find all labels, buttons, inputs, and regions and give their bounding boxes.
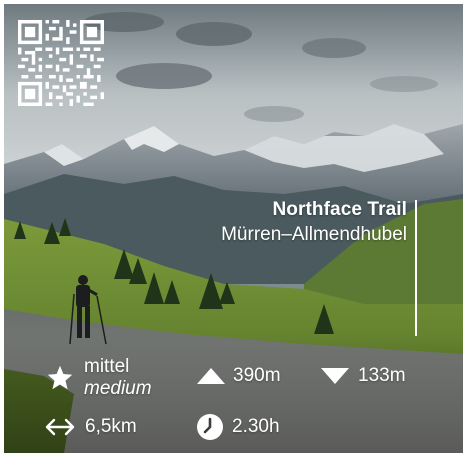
double-arrow-icon <box>45 418 75 436</box>
distance-value: 6,5km <box>85 416 137 437</box>
trail-name: Northface Trail <box>272 199 407 220</box>
distance-stat: 6,5km <box>44 416 137 438</box>
triangle-down-icon <box>321 368 349 384</box>
qr-code[interactable] <box>18 20 104 106</box>
trail-heading: Northface Trail Mürren–Allmendhubel <box>221 198 407 248</box>
difficulty-label-en: medium <box>84 378 152 399</box>
trail-route: Mürren–Allmendhubel <box>221 224 407 245</box>
duration-value: 2.30h <box>232 416 280 437</box>
divider-line <box>415 200 417 336</box>
difficulty-stat: mittel medium <box>46 356 152 400</box>
ascent-stat: 390m <box>196 365 281 387</box>
star-icon <box>47 365 73 390</box>
trail-card: Northface Trail Mürren–Allmendhubel mitt… <box>4 4 463 453</box>
difficulty-label-de: mittel <box>84 356 130 377</box>
descent-value: 133m <box>358 365 406 386</box>
descent-stat: 133m <box>320 365 406 387</box>
ascent-value: 390m <box>233 365 281 386</box>
duration-stat: 2.30h <box>196 413 280 441</box>
triangle-up-icon <box>197 368 225 384</box>
clock-icon <box>197 414 223 440</box>
